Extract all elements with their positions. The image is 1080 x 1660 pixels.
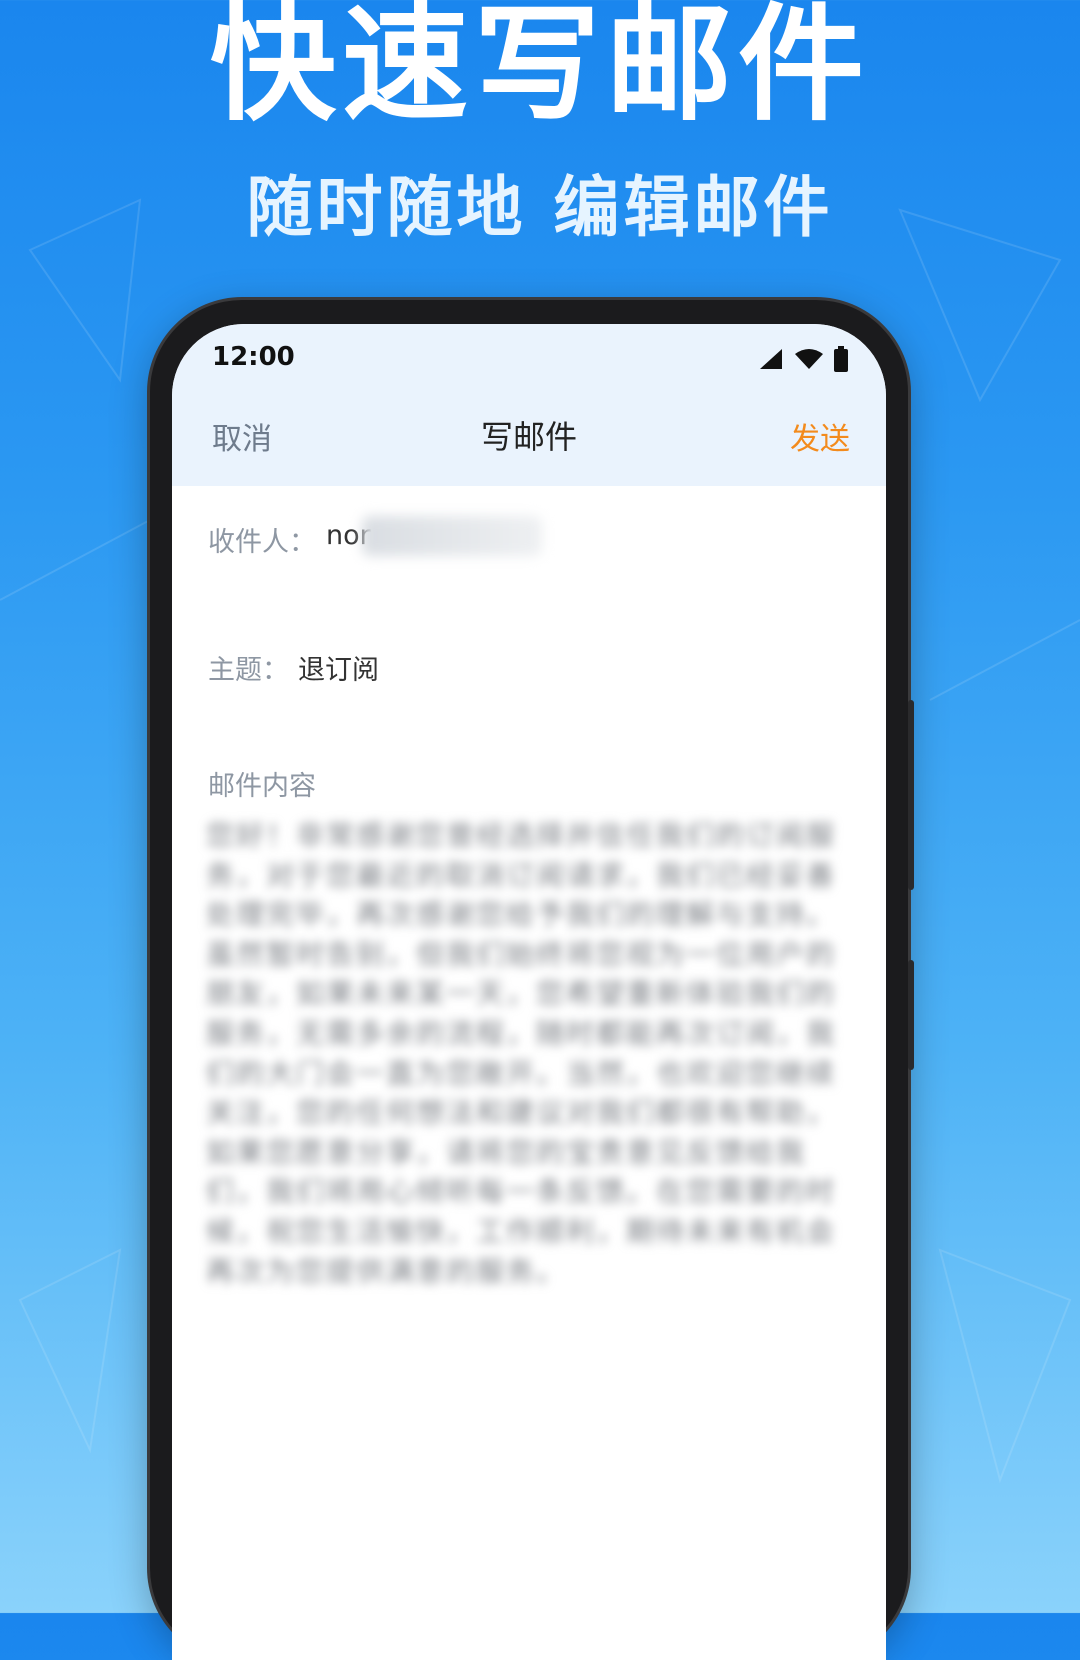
- promo-headline: 快速写邮件: [210, 0, 870, 138]
- subject-field[interactable]: 退订阅: [298, 648, 379, 687]
- body-textarea[interactable]: 您好！非常感谢您曾经选择并信任我们的订阅服务，对于您最近的取消订阅请求，我们已经…: [206, 816, 846, 1291]
- status-icons: [758, 346, 848, 372]
- wifi-icon: [795, 349, 823, 369]
- subject-label: 主题：: [208, 655, 289, 686]
- phone-frame: 12:00 取消 写邮件 发送 收件人： nor 主题： 退订阅 邮件内容 您好…: [150, 300, 914, 1660]
- page-title: 写邮件: [480, 418, 577, 456]
- recipient-label: 收件人：: [208, 527, 316, 558]
- compose-header: 12:00 取消 写邮件 发送: [172, 324, 886, 486]
- recipient-blurred-address: [362, 516, 542, 556]
- promo-subline: 随时随地 编辑邮件: [246, 169, 834, 246]
- volume-button: [908, 700, 914, 890]
- body-label: 邮件内容: [208, 771, 316, 802]
- send-button[interactable]: 发送: [790, 414, 850, 458]
- phone-screen: 12:00 取消 写邮件 发送 收件人： nor 主题： 退订阅 邮件内容 您好…: [172, 324, 886, 1660]
- battery-icon: [834, 346, 848, 372]
- power-button: [908, 960, 914, 1070]
- status-time: 12:00: [212, 342, 295, 372]
- signal-icon: [760, 349, 782, 369]
